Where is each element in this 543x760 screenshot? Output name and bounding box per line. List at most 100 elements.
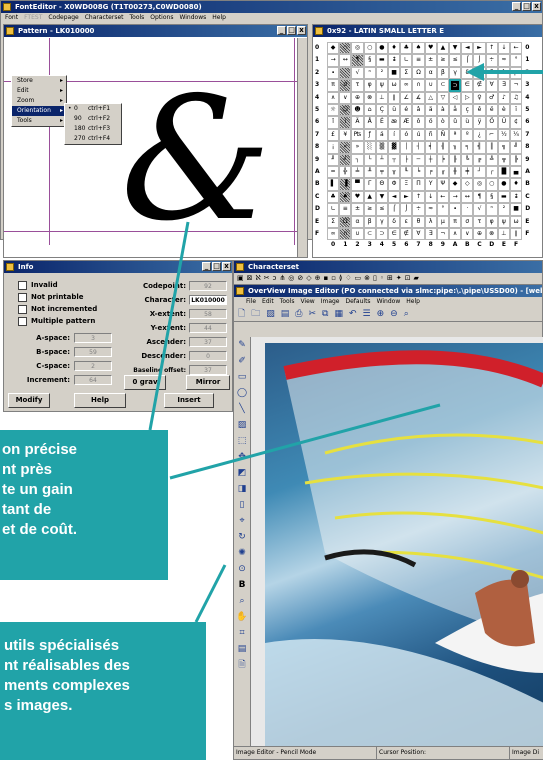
grid-cell[interactable]: Ü xyxy=(497,116,510,129)
pattern-close-button[interactable]: x xyxy=(297,26,306,35)
grid-cell[interactable]: ⌠ xyxy=(461,54,474,67)
save-icon[interactable]: ▤ xyxy=(281,309,290,319)
grid-cell[interactable]: ▲ xyxy=(436,42,449,55)
grid-cell[interactable]: β xyxy=(363,215,376,228)
copy-icon[interactable]: ⧉ xyxy=(322,309,328,319)
grid-cell[interactable]: ╧ xyxy=(351,166,364,179)
grid-cell[interactable]: δ xyxy=(461,66,474,80)
grid-cell[interactable]: Ö xyxy=(485,116,498,129)
grid-cell[interactable]: ≥ xyxy=(436,54,449,67)
grid-cell[interactable]: ◆ xyxy=(327,42,340,55)
a-space-field[interactable]: 3 xyxy=(74,333,112,343)
menu-codepage[interactable]: Codepage xyxy=(48,13,78,23)
grid-cell[interactable]: Φ xyxy=(388,178,401,191)
grid-cell[interactable]: ≈ xyxy=(497,54,510,67)
ie-menu-tools[interactable]: Tools xyxy=(280,297,295,307)
grid-cell[interactable]: ╬ xyxy=(339,166,352,179)
zoom-in-icon[interactable]: ⊕ xyxy=(377,309,385,319)
grid-cell[interactable]: ♠ xyxy=(339,190,352,204)
grid-cell[interactable]: ♣ xyxy=(327,190,340,204)
grid-cell[interactable]: ε xyxy=(400,215,413,228)
grid-cell[interactable]: β xyxy=(436,66,449,80)
grid-cell[interactable]: í xyxy=(388,128,401,142)
grid-cell[interactable]: § xyxy=(363,54,376,67)
grid-cell[interactable]: γ xyxy=(449,66,462,80)
grid-cell[interactable]: ¬ xyxy=(510,79,523,92)
grid-cell[interactable]: ╥ xyxy=(388,166,401,179)
ie-menu-window[interactable]: Window xyxy=(377,297,401,307)
info-close-button[interactable]: x xyxy=(222,262,231,271)
ie-menu-image[interactable]: Image xyxy=(321,297,340,307)
grid-cell[interactable]: ⊥ xyxy=(497,228,510,241)
grid-cell[interactable]: Ä xyxy=(351,116,364,129)
airbrush-tool-icon[interactable]: ✺ xyxy=(234,545,250,561)
grid-cell[interactable]: ú xyxy=(412,128,425,142)
modify-button[interactable]: Modify xyxy=(8,393,50,408)
grid-cell[interactable]: ∡ xyxy=(412,91,425,104)
grid-cell[interactable]: ╠ xyxy=(510,153,523,166)
grid-cell[interactable]: ◁ xyxy=(449,91,462,104)
grid-cell[interactable]: ¿ xyxy=(473,128,486,142)
grid-cell[interactable]: à xyxy=(436,104,449,117)
grid-cell[interactable]: ö xyxy=(424,116,437,129)
eraser-tool-icon[interactable]: ▯ xyxy=(234,497,250,513)
grid-cell[interactable]: ☻ xyxy=(351,104,364,117)
grid-cell[interactable]: ┼ xyxy=(424,153,437,166)
grid-cell[interactable]: ♫ xyxy=(510,91,523,104)
grid-cell[interactable]: ↨ xyxy=(388,54,401,67)
zoom-out-icon[interactable]: ⊖ xyxy=(390,309,398,319)
grid-cell[interactable]: █ xyxy=(497,166,510,179)
grid-cell[interactable]: ◇ xyxy=(461,178,474,191)
grid-cell[interactable]: μ xyxy=(510,66,523,80)
code-grid-titlebar[interactable]: 0x92 - LATIN SMALL LETTER E xyxy=(313,25,542,37)
grid-cell[interactable]: √ xyxy=(351,66,364,80)
grid-cell[interactable]: Ξ xyxy=(400,178,413,191)
grid-cell[interactable]: ■ xyxy=(510,203,523,216)
grid-icon[interactable]: ☰ xyxy=(363,309,371,319)
grid-cell[interactable]: ÷ xyxy=(485,54,498,67)
grid-cell[interactable]: ≈ xyxy=(424,203,437,216)
grid-cell[interactable]: § xyxy=(485,190,498,204)
grid-cell[interactable]: ╢ xyxy=(436,141,449,154)
grid-cell[interactable]: ψ xyxy=(497,215,510,228)
grid-cell[interactable]: ⌂ xyxy=(363,104,376,117)
pattern-minimize-button[interactable]: _ xyxy=(277,26,286,35)
grid-cell[interactable]: ╘ xyxy=(412,166,425,179)
character-field[interactable]: LK010000 xyxy=(189,295,227,305)
grid-cell[interactable]: ▼ xyxy=(375,190,388,204)
grid-cell[interactable]: ╜ xyxy=(327,153,340,166)
context-menu-orientation[interactable]: Orientation ▸ xyxy=(12,106,66,116)
grid-cell[interactable]: ◎ xyxy=(351,42,364,55)
grid-cell[interactable]: ╙ xyxy=(400,166,413,179)
menu-options[interactable]: Options xyxy=(150,13,173,23)
ie-menu-help[interactable]: Help xyxy=(406,297,420,307)
grid-cell[interactable]: → xyxy=(327,54,340,67)
image-canvas[interactable] xyxy=(251,337,543,749)
grid-cell[interactable]: ¼ xyxy=(510,128,523,142)
grid-cell[interactable]: ° xyxy=(510,54,523,67)
grid-cell[interactable]: Π xyxy=(412,178,425,191)
grid-cell[interactable]: ← xyxy=(436,190,449,204)
grid-cell[interactable]: ● xyxy=(497,178,510,191)
grid-cell[interactable]: ∀ xyxy=(412,228,425,241)
grid-cell[interactable]: ⌡ xyxy=(400,203,413,216)
grid-cell[interactable]: ∪ xyxy=(351,228,364,241)
grid-cell[interactable]: ╦ xyxy=(497,153,510,166)
grid-cell[interactable]: ↓ xyxy=(497,42,510,55)
multiple-pattern-checkbox-box[interactable] xyxy=(18,316,27,326)
y-extent-field[interactable]: 44 xyxy=(189,323,227,333)
grid-cell[interactable]: · xyxy=(339,66,352,80)
grid-cell[interactable]: ∈ xyxy=(388,228,401,241)
grid-cell[interactable]: ▬ xyxy=(497,190,510,204)
grid-cell[interactable]: ♦ xyxy=(510,178,523,191)
grid-cell[interactable]: ═ xyxy=(327,166,340,179)
grid-cell[interactable]: ♪ xyxy=(497,91,510,104)
ie-menu-edit[interactable]: Edit xyxy=(262,297,274,307)
grid-cell[interactable]: ╒ xyxy=(424,166,437,179)
mirror-button[interactable]: Mirror xyxy=(186,375,230,390)
grid-cell[interactable]: σ xyxy=(339,79,352,92)
grid-cell[interactable]: ▌ xyxy=(327,178,340,191)
grid-cell[interactable]: ÿ xyxy=(473,116,486,129)
grid-cell[interactable]: â xyxy=(412,104,425,117)
grid-cell[interactable]: τ xyxy=(351,79,364,92)
